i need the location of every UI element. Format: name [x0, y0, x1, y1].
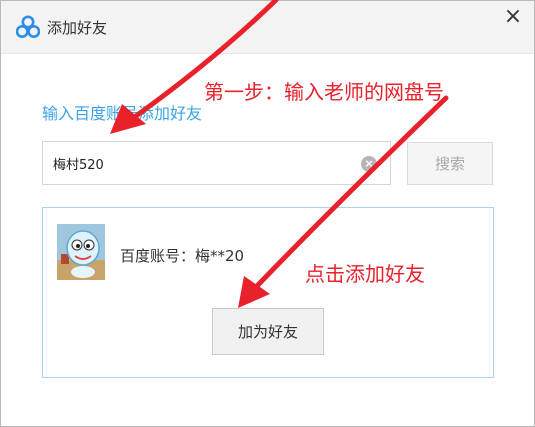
- arrow-to-search-input: [110, 0, 279, 134]
- annotation-arrows: [110, 0, 449, 308]
- step1-annotation: 第一步：输入老师的网盘号: [204, 80, 444, 104]
- step2-annotation: 点击添加好友: [305, 262, 425, 286]
